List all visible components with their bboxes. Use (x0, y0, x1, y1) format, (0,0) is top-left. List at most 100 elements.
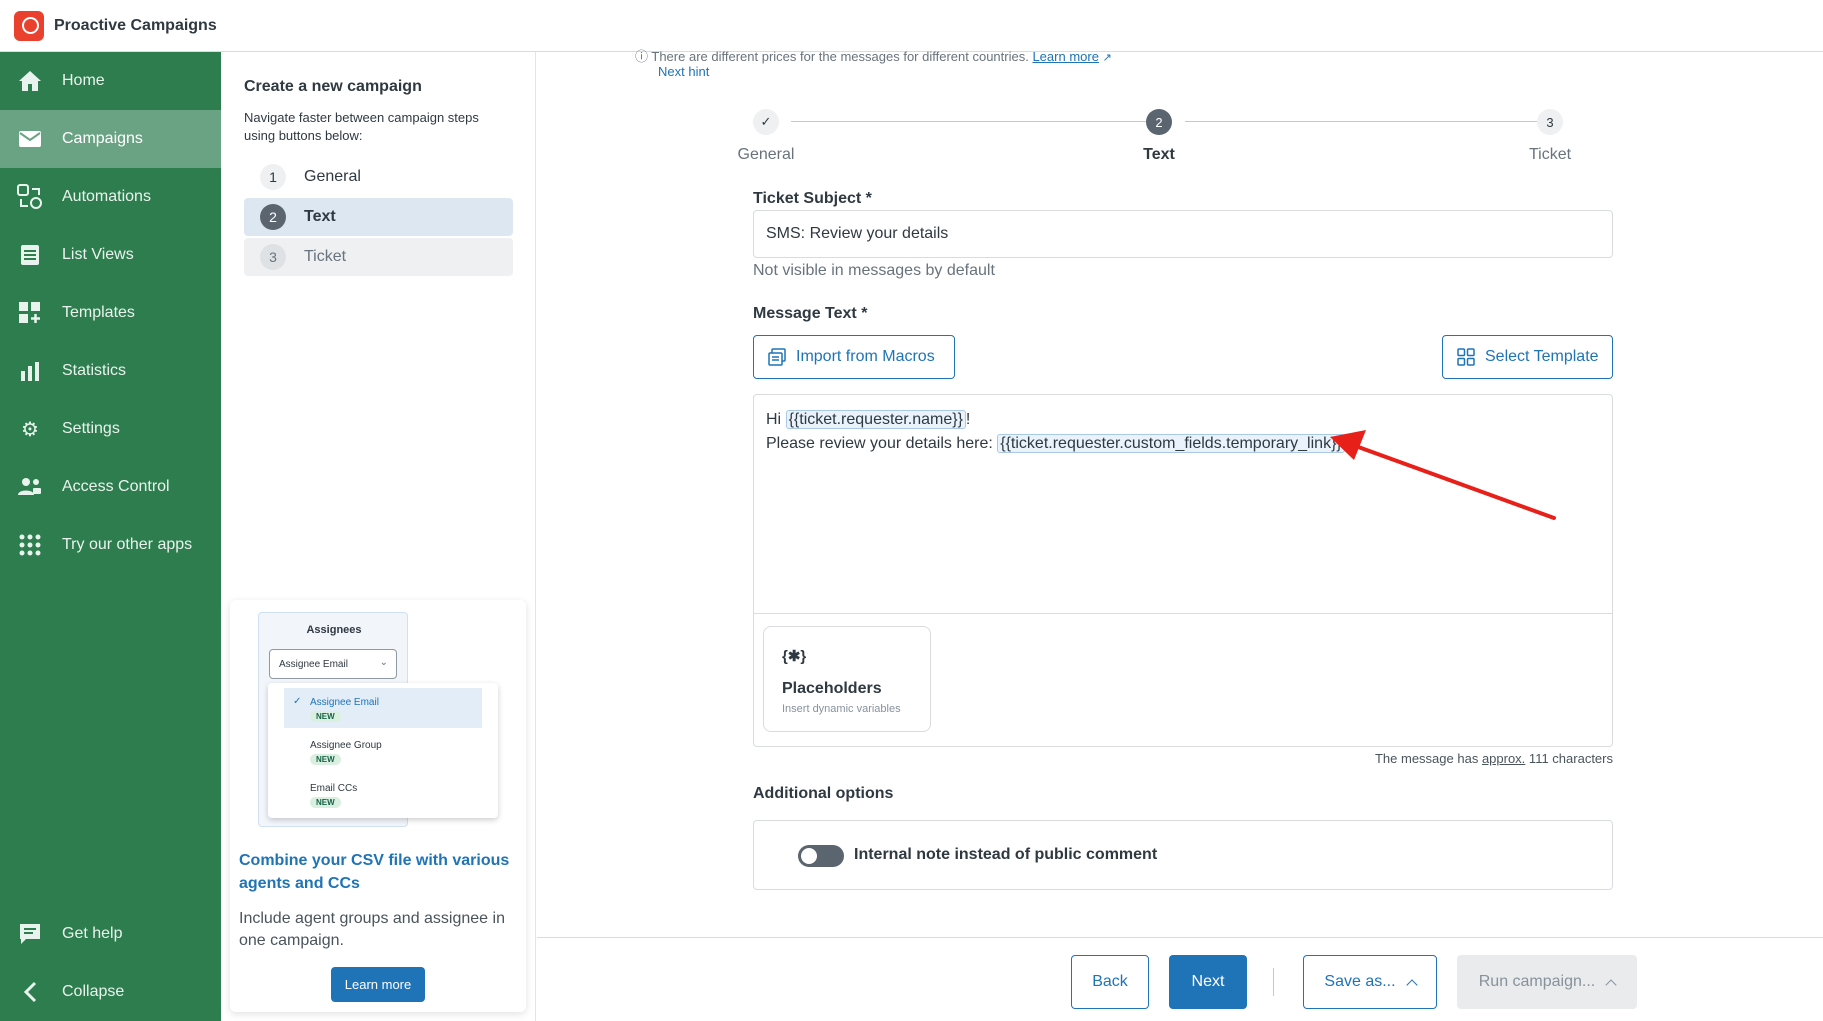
check-icon: ✓ (293, 696, 302, 707)
sidebar-item-campaigns[interactable]: Campaigns (0, 110, 221, 168)
placeholder-chip[interactable]: {{ticket.requester.name}} (785, 410, 966, 429)
step-nav-general[interactable]: 1 General (244, 158, 513, 196)
stepper-line (1185, 121, 1537, 122)
step-nav-text[interactable]: 2 Text (244, 198, 513, 236)
stepper-label-text: Text (1143, 146, 1175, 163)
step-number: 2 (260, 204, 286, 230)
promo-option: Assignee Group NEW (284, 731, 482, 771)
char-count-suffix: 111 characters (1525, 751, 1613, 766)
placeholder-chip[interactable]: {{ticket.requester.custom_fields.tempora… (997, 434, 1345, 453)
sidebar-item-label: Home (62, 72, 105, 89)
hint-line: ⓘ There are different prices for the mes… (635, 46, 1112, 65)
sidebar-item-label: List Views (62, 246, 134, 263)
internal-note-toggle[interactable] (798, 845, 844, 867)
import-macros-button[interactable]: Import from Macros (753, 335, 955, 379)
steps-panel-subtitle: Navigate faster between campaign steps u… (244, 110, 479, 143)
sidebar-item-label: Statistics (62, 362, 127, 379)
message-text: Hi (766, 411, 786, 428)
placeholders-card[interactable]: {✱} Placeholders Insert dynamic variable… (763, 626, 931, 732)
top-bar: Proactive Campaigns (0, 0, 1823, 52)
next-button[interactable]: Next (1169, 955, 1247, 1009)
chevron-left-icon (16, 978, 44, 1006)
sidebar-item-home[interactable]: Home (0, 52, 221, 110)
check-icon: ✓ (753, 109, 779, 135)
import-macros-label: Import from Macros (796, 348, 935, 365)
app-logo-icon (14, 10, 44, 41)
main-content: ⓘ There are different prices for the mes… (537, 49, 1823, 1021)
sidebar-item-statistics[interactable]: Statistics (0, 342, 221, 400)
envelope-icon (16, 125, 44, 153)
subject-label: Ticket Subject * (753, 190, 872, 207)
progress-stepper: ✓ 2 3 General Text Ticket (738, 107, 1571, 167)
new-badge: NEW (310, 754, 341, 765)
home-icon (16, 67, 44, 95)
step-label: Ticket (304, 248, 347, 265)
sidebar-item-label: Access Control (62, 478, 170, 495)
save-as-button[interactable]: Save as... (1303, 955, 1437, 1009)
sidebar-collapse[interactable]: Collapse (0, 963, 221, 1021)
sidebar-item-automations[interactable]: Automations (0, 168, 221, 226)
sidebar-item-templates[interactable]: Templates (0, 284, 221, 342)
learn-more-button[interactable]: Learn more (331, 967, 425, 1002)
sidebar-item-label: Campaigns (62, 130, 143, 147)
promo-heading: Combine your CSV file with various agent… (239, 852, 510, 892)
grid-dots-icon (16, 531, 44, 559)
additional-options-box: Internal note instead of public comment (753, 820, 1613, 890)
templates-icon (16, 299, 44, 327)
promo-option-label: Assignee Group (310, 740, 382, 751)
stepper-label-general: General (737, 146, 795, 163)
step-number: 1 (260, 164, 286, 190)
character-count: The message has approx. 111 characters (1173, 751, 1613, 766)
sidebar-item-label: Collapse (62, 983, 125, 1000)
list-views-icon (16, 241, 44, 269)
stepper-label-ticket: Ticket (1528, 146, 1572, 163)
message-editor-text[interactable]: Hi {{ticket.requester.name}}! Please rev… (766, 408, 1345, 456)
sidebar-item-label: Settings (62, 420, 120, 437)
placeholders-title: Placeholders (782, 680, 882, 697)
promo-illustration: Assignees Assignee Email ⌄ ✓ Assignee Em… (258, 612, 498, 827)
subject-input[interactable]: SMS: Review your details (753, 210, 1613, 258)
sidebar-item-access-control[interactable]: Access Control (0, 458, 221, 516)
info-icon: ⓘ (635, 49, 652, 64)
sidebar-item-get-help[interactable]: Get help (0, 905, 221, 963)
gear-icon: ⚙ (21, 418, 39, 441)
sidebar-item-label: Templates (62, 304, 135, 321)
hint-learn-more-link[interactable]: Learn more (1032, 49, 1098, 64)
message-text: Please review your details here: (766, 435, 998, 452)
chevron-up-icon (1405, 978, 1418, 991)
additional-options-title: Additional options (753, 785, 894, 802)
run-campaign-label: Run campaign... (1478, 973, 1596, 990)
promo-option-label: Assignee Email (310, 697, 379, 708)
chevron-up-icon (1605, 978, 1617, 991)
run-campaign-button[interactable]: Run campaign... (1457, 955, 1637, 1009)
footer-divider (1273, 968, 1274, 996)
new-badge: NEW (310, 711, 341, 722)
char-count-approx: approx. (1481, 751, 1526, 766)
sidebar-item-settings[interactable]: ⚙ Settings (0, 400, 221, 458)
template-grid-icon (1457, 348, 1475, 366)
promo-card-title: Assignees (306, 624, 362, 636)
step-label: General (304, 168, 361, 185)
promo-select-value: Assignee Email (279, 659, 348, 670)
chat-icon (16, 920, 44, 948)
stepper-step-current: 2 (1146, 109, 1172, 135)
back-button[interactable]: Back (1071, 955, 1149, 1009)
sidebar: Home Campaigns Automations List Views Te… (0, 52, 221, 1021)
promo-option: Email CCs NEW (284, 774, 482, 814)
sidebar-item-label: Get help (62, 925, 123, 942)
sidebar-item-list-views[interactable]: List Views (0, 226, 221, 284)
footer-bar: Back Next Save as... Run campaign... (537, 937, 1823, 1021)
step-label: Text (304, 208, 336, 225)
next-hint-link[interactable]: Next hint (658, 64, 709, 79)
step-nav-ticket[interactable]: 3 Ticket (244, 238, 513, 276)
promo-option-label: Email CCs (310, 783, 358, 794)
sidebar-item-other-apps[interactable]: Try our other apps (0, 516, 221, 574)
stepper-line (791, 121, 1146, 122)
promo-dropdown: ✓ Assignee Email NEW Assignee Group NEW … (268, 683, 498, 818)
promo-option: ✓ Assignee Email NEW (284, 688, 482, 728)
select-template-button[interactable]: Select Template (1442, 335, 1613, 379)
step-number: 3 (260, 244, 286, 270)
macros-icon (768, 348, 786, 366)
automations-icon (16, 183, 44, 211)
stepper-step-upcoming: 3 (1537, 109, 1563, 135)
